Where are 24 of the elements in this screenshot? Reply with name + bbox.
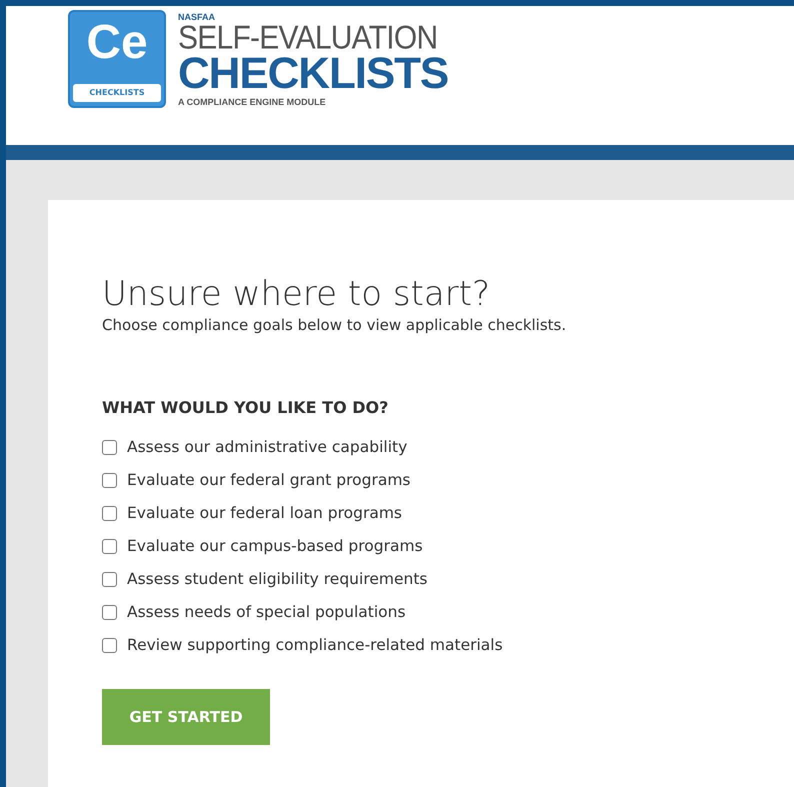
card-title: Unsure where to start? bbox=[102, 274, 492, 314]
card-subtitle: Choose compliance goals below to view applicable checklists. bbox=[102, 315, 568, 336]
logo-mark: Ce bbox=[86, 15, 148, 71]
product-title: SELF-EVALUATION bbox=[178, 22, 438, 55]
checkbox[interactable] bbox=[102, 572, 117, 587]
org-name: NASFAA bbox=[178, 12, 216, 22]
question-heading: WHAT WOULD YOU LIKE TO DO? bbox=[102, 397, 390, 419]
option-label: Assess our administrative capability bbox=[127, 437, 408, 458]
get-started-button[interactable]: GET STARTED bbox=[102, 689, 270, 745]
checkbox[interactable] bbox=[102, 539, 117, 554]
checkbox[interactable] bbox=[102, 440, 117, 455]
option-label: Review supporting compliance-related materials bbox=[127, 635, 503, 656]
checkbox[interactable] bbox=[102, 605, 117, 620]
product-subtitle: CHECKLISTS bbox=[178, 52, 448, 96]
checkbox[interactable] bbox=[102, 638, 117, 653]
option-label: Evaluate our federal loan programs bbox=[127, 503, 402, 524]
option-label: Evaluate our campus-based programs bbox=[127, 536, 423, 557]
checkbox[interactable] bbox=[102, 473, 117, 488]
option-label: Assess needs of special populations bbox=[127, 602, 406, 623]
option-label: Evaluate our federal grant programs bbox=[127, 470, 410, 491]
checkbox[interactable] bbox=[102, 506, 117, 521]
tagline: A COMPLIANCE ENGINE MODULE bbox=[178, 96, 327, 108]
logo-badge-label: CHECKLISTS bbox=[73, 84, 161, 102]
option-label: Assess student eligibility requirements bbox=[127, 569, 428, 590]
